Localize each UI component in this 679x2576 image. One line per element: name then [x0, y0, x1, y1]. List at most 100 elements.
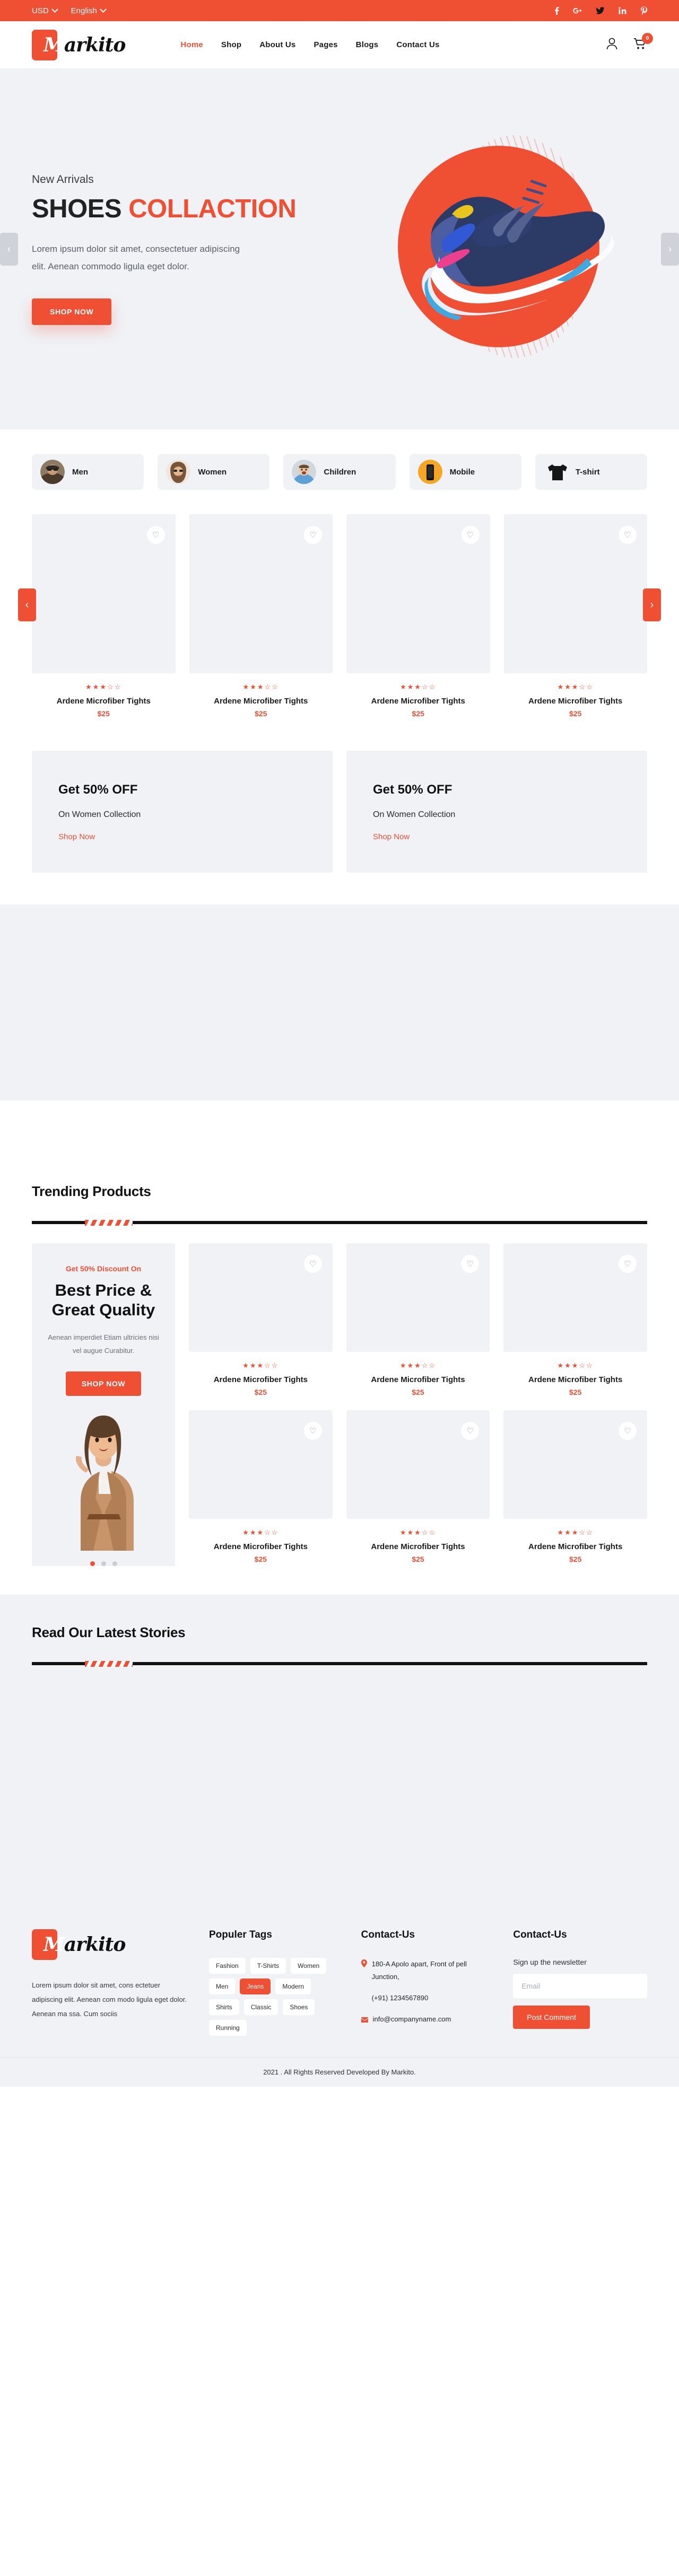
promo-shop-now-link[interactable]: Shop Now: [58, 832, 306, 841]
tag-shirts[interactable]: Shirts: [209, 1999, 239, 2015]
logo-initial: M: [43, 1933, 65, 1956]
linkedin-icon[interactable]: [619, 7, 626, 14]
envelope-icon: [361, 2014, 368, 2027]
twitter-icon[interactable]: [596, 7, 605, 14]
wishlist-heart-icon[interactable]: ♡: [303, 1255, 322, 1273]
account-button[interactable]: [606, 38, 617, 52]
trending-promo-card: Get 50% Discount On Best Price & Great Q…: [32, 1243, 175, 1566]
wishlist-heart-icon[interactable]: ♡: [619, 1255, 637, 1273]
hero-shop-now-button[interactable]: SHOP NOW: [32, 298, 112, 325]
product-card[interactable]: ♡ ★★★☆☆ Ardene Microfiber Tights $25: [189, 514, 333, 718]
contact-phone[interactable]: (+91) 1234567890: [372, 1992, 429, 2004]
spacer-band: [0, 1101, 679, 1154]
chevron-down-icon: [100, 5, 107, 13]
currency-selector[interactable]: USD: [32, 5, 58, 15]
nav-item-contact-us[interactable]: Contact Us: [396, 40, 439, 49]
category-mobile[interactable]: Mobile: [409, 454, 521, 490]
user-icon: [606, 38, 617, 52]
product-price: $25: [412, 1388, 424, 1396]
wishlist-heart-icon[interactable]: ♡: [303, 1422, 322, 1440]
product-rating: ★★★☆☆: [399, 1361, 437, 1369]
product-name: Ardene Microfiber Tights: [371, 1375, 465, 1384]
stories-placeholder: [32, 1665, 647, 1898]
category-men-label: Men: [72, 467, 88, 477]
category-mobile-photo: [417, 460, 442, 484]
product-card[interactable]: ♡ ★★★☆☆ Ardene Microfiber Tights $25: [503, 1243, 648, 1396]
product-card[interactable]: ♡ ★★★☆☆ Ardene Microfiber Tights $25: [189, 1243, 333, 1396]
product-card[interactable]: ♡ ★★★☆☆ Ardene Microfiber Tights $25: [503, 1410, 648, 1563]
tag-shoes[interactable]: Shoes: [283, 1999, 315, 2015]
nav-item-shop[interactable]: Shop: [221, 40, 241, 49]
nav-item-blogs[interactable]: Blogs: [356, 40, 379, 49]
cart-count-badge: 0: [642, 32, 653, 44]
cart-button[interactable]: 0: [633, 32, 653, 52]
carousel-next-button[interactable]: ›: [643, 588, 661, 621]
wishlist-heart-icon[interactable]: ♡: [304, 526, 322, 544]
product-card[interactable]: ♡ ★★★☆☆ Ardene Microfiber Tights $25: [503, 514, 647, 718]
tag-t-shirts[interactable]: T-Shirts: [250, 1957, 286, 1974]
page-root: USD English Markito Home Shop About Us P…: [0, 0, 679, 2087]
wishlist-heart-icon[interactable]: ♡: [461, 1422, 480, 1440]
product-card[interactable]: ♡ ★★★☆☆ Ardene Microfiber Tights $25: [346, 1410, 490, 1563]
facebook-icon[interactable]: [554, 6, 559, 15]
trending-heading: Trending Products: [32, 1183, 151, 1199]
pinterest-icon[interactable]: [640, 6, 647, 15]
contact-address-row: 180-A Apolo apart, Front of pell Junctio…: [361, 1958, 495, 1983]
newsletter-label: Sign up the newsletter: [513, 1957, 587, 1966]
carousel-prev-button[interactable]: ‹: [18, 588, 36, 621]
category-women[interactable]: Women: [158, 454, 270, 490]
nav-item-about-us[interactable]: About Us: [259, 40, 295, 49]
product-card[interactable]: ♡ ★★★☆☆ Ardene Microfiber Tights $25: [32, 514, 176, 718]
wishlist-heart-icon[interactable]: ♡: [461, 526, 480, 544]
trending-products: Get 50% Discount On Best Price & Great Q…: [0, 1224, 679, 1595]
section-divider: [32, 1220, 647, 1226]
contact-address: 180-A Apolo apart, Front of pell Junctio…: [371, 1959, 467, 1981]
tag-men[interactable]: Men: [209, 1978, 236, 1994]
logo[interactable]: Markito: [32, 29, 126, 60]
tag-classic[interactable]: Classic: [243, 1999, 278, 2015]
category-men[interactable]: Men: [32, 454, 144, 490]
tag-women[interactable]: Women: [291, 1957, 327, 1974]
post-comment-button[interactable]: Post Comment: [513, 2005, 590, 2029]
trending-promo-shop-now-button[interactable]: SHOP NOW: [65, 1371, 142, 1396]
footer-logo[interactable]: Markito: [32, 1929, 191, 1960]
trending-row: ♡ ★★★☆☆ Ardene Microfiber Tights $25 ♡ ★…: [189, 1410, 648, 1563]
product-name: Ardene Microfiber Tights: [528, 697, 623, 706]
hero-slider: ‹ › New Arrivals SHOES COLLACTION Lorem …: [0, 69, 679, 429]
carousel-dot-3[interactable]: [112, 1561, 117, 1566]
product-card[interactable]: ♡ ★★★☆☆ Ardene Microfiber Tights $25: [346, 1243, 490, 1396]
wishlist-heart-icon[interactable]: ♡: [146, 526, 165, 544]
product-card[interactable]: ♡ ★★★☆☆ Ardene Microfiber Tights $25: [189, 1410, 333, 1563]
category-tshirt[interactable]: T-shirt: [535, 454, 648, 490]
product-price: $25: [97, 709, 110, 718]
category-men-photo: [40, 460, 65, 484]
contact-email[interactable]: info@companyname.com: [373, 2013, 451, 2027]
nav-item-pages[interactable]: Pages: [314, 40, 337, 49]
product-rating: ★★★☆☆: [85, 683, 122, 691]
category-children[interactable]: Children: [283, 454, 396, 490]
hero-prev-button[interactable]: ‹: [0, 233, 18, 266]
carousel-dot-2[interactable]: [101, 1561, 106, 1566]
tag-fashion[interactable]: Fashion: [209, 1957, 246, 1974]
promo-shop-now-link[interactable]: Shop Now: [373, 832, 621, 841]
tag-running[interactable]: Running: [209, 2019, 247, 2036]
wishlist-heart-icon[interactable]: ♡: [619, 526, 637, 544]
tag-jeans[interactable]: Jeans: [240, 1978, 271, 1994]
product-price: $25: [569, 709, 582, 718]
hero-next-button[interactable]: ›: [661, 233, 679, 266]
tag-modern[interactable]: Modern: [275, 1978, 311, 1994]
wishlist-heart-icon[interactable]: ♡: [619, 1422, 637, 1440]
language-selector[interactable]: English: [71, 5, 107, 15]
category-women-label: Women: [198, 467, 227, 477]
product-card[interactable]: ♡ ★★★☆☆ Ardene Microfiber Tights $25: [346, 514, 490, 718]
product-carousel: ‹ › ♡ ★★★☆☆ Ardene Microfiber Tights $25…: [0, 506, 679, 739]
promo-subtitle: On Women Collection: [58, 810, 141, 819]
wishlist-heart-icon[interactable]: ♡: [461, 1255, 480, 1273]
trending-row: ♡ ★★★☆☆ Ardene Microfiber Tights $25 ♡ ★…: [189, 1243, 648, 1396]
logo-name: arkito: [64, 33, 126, 56]
google-plus-icon[interactable]: [573, 7, 582, 14]
nav-item-home[interactable]: Home: [180, 40, 203, 49]
newsletter-email-input[interactable]: [513, 1973, 648, 1998]
carousel-dot-1[interactable]: [90, 1561, 95, 1566]
product-image: ♡: [346, 1410, 490, 1519]
